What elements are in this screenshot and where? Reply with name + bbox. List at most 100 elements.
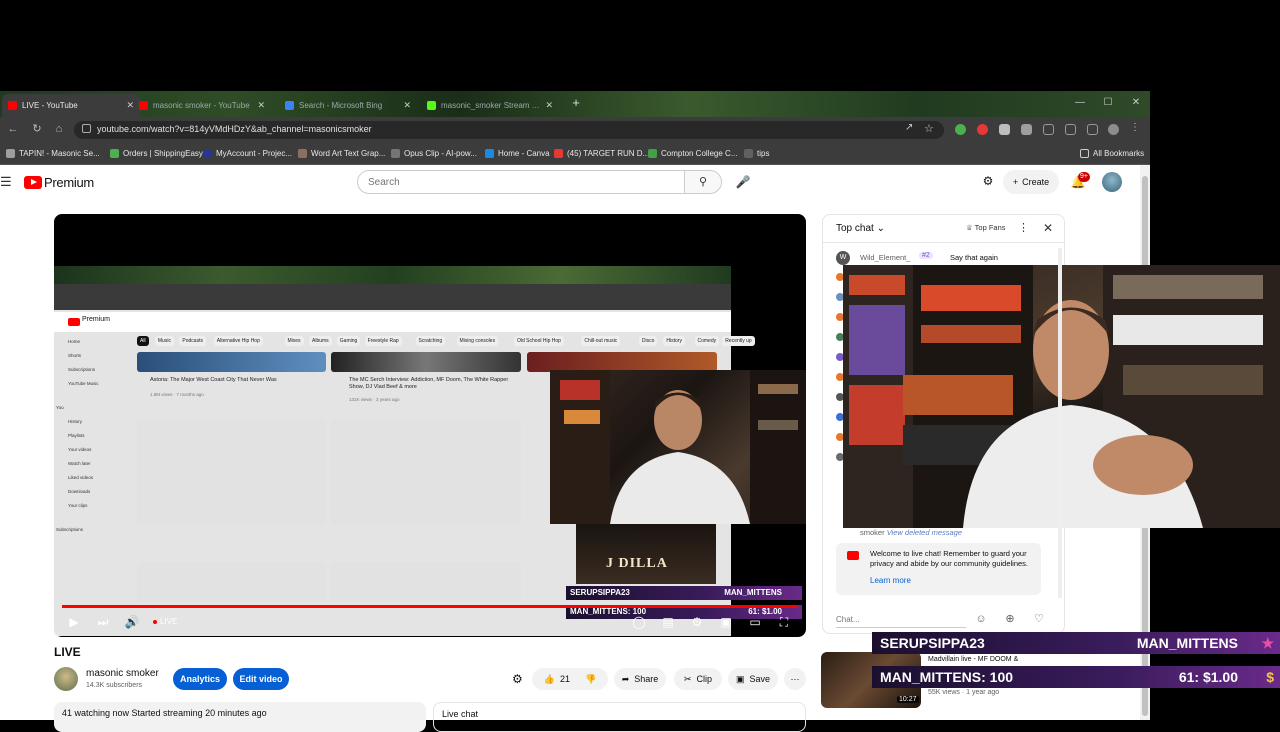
heart-icon[interactable]: ♡ bbox=[1032, 612, 1046, 626]
top-chat-dropdown[interactable]: Top chat ⌄ bbox=[836, 223, 885, 234]
bookmark-item[interactable]: Word Art Text Grap... bbox=[298, 147, 385, 159]
share-button[interactable]: ➦ Share bbox=[614, 668, 666, 690]
chat-divider bbox=[822, 242, 1065, 243]
profile-icon[interactable] bbox=[1108, 124, 1119, 135]
bookmark-item[interactable]: Opus Clip - AI-pow... bbox=[391, 147, 477, 159]
capture-sidebar-link: Subscriptions bbox=[56, 527, 84, 532]
bookmark-item[interactable]: tips bbox=[744, 147, 769, 159]
channel-name[interactable]: masonic smoker bbox=[86, 668, 159, 679]
dislike-button[interactable]: 👎 bbox=[585, 674, 596, 685]
all-bookmarks-folder[interactable]: All Bookmarks bbox=[1080, 147, 1144, 159]
tab-close-icon[interactable]: ✕ bbox=[403, 100, 411, 111]
bookmark-label: Home - Canva bbox=[498, 148, 550, 158]
live-badge[interactable]: LIVE bbox=[160, 617, 177, 626]
bookmark-favicon-icon bbox=[744, 148, 753, 158]
more-actions-button[interactable]: ⋯ bbox=[784, 668, 806, 690]
analytics-button[interactable]: Analytics bbox=[173, 668, 227, 690]
next-icon[interactable]: ⏭ bbox=[95, 614, 111, 630]
top-chat-label: Top chat bbox=[836, 223, 874, 234]
save-button[interactable]: ▣ Save bbox=[728, 668, 778, 690]
extension-grey-icon[interactable] bbox=[999, 124, 1010, 135]
back-icon[interactable]: ← bbox=[6, 122, 20, 136]
tab-title: masonic_smoker Stream - Wat bbox=[441, 101, 541, 110]
new-tab-button[interactable]: + bbox=[569, 96, 583, 110]
view-deleted-link[interactable]: View deleted message bbox=[887, 528, 962, 537]
extension-cast-icon[interactable] bbox=[1065, 124, 1076, 135]
theater-mode-icon[interactable]: ▭ bbox=[747, 614, 763, 630]
subscriber-count: 14.3K subscribers bbox=[86, 682, 143, 689]
channel-avatar[interactable] bbox=[54, 667, 78, 691]
miniplayer-icon[interactable]: ▣ bbox=[718, 614, 734, 630]
search-button[interactable]: ⚲ bbox=[684, 170, 722, 194]
bookmark-star-icon[interactable]: ☆ bbox=[924, 122, 934, 135]
chat-close-icon[interactable]: ✕ bbox=[1042, 221, 1054, 235]
tab-close-icon[interactable]: ✕ bbox=[545, 100, 553, 111]
site-info-icon[interactable] bbox=[82, 124, 91, 133]
bookmark-item[interactable]: Home - Canva bbox=[485, 147, 550, 159]
browser-tab[interactable]: masonic smoker - YouTube ✕ bbox=[133, 94, 271, 117]
extension-red-icon[interactable] bbox=[977, 124, 988, 135]
minimize-button[interactable]: — bbox=[1066, 93, 1094, 113]
fullscreen-icon[interactable]: ⛶ bbox=[776, 614, 792, 630]
captions-icon[interactable]: ▤ bbox=[660, 614, 676, 630]
description-box[interactable]: 41 watching now Started streaming 20 min… bbox=[54, 702, 426, 732]
install-app-icon[interactable]: ↗ bbox=[905, 122, 913, 133]
search-input[interactable] bbox=[357, 170, 685, 194]
progress-fill[interactable] bbox=[62, 605, 798, 608]
chat-author-name[interactable]: Wild_Element_ bbox=[860, 253, 910, 262]
grammarly-extension-icon[interactable] bbox=[955, 124, 966, 135]
account-avatar[interactable] bbox=[1102, 172, 1122, 192]
youtube-brand[interactable]: Premium bbox=[44, 175, 94, 190]
voice-search-icon[interactable]: 🎤 bbox=[730, 170, 756, 194]
volume-icon[interactable]: 🔊 bbox=[124, 614, 140, 630]
browser-tab[interactable]: LIVE - YouTube ✕ bbox=[2, 94, 140, 117]
like-button[interactable]: 👍 bbox=[544, 674, 555, 685]
url-text[interactable]: youtube.com/watch?v=814yVMdHDzY&ab_chann… bbox=[97, 124, 372, 134]
recommended-title[interactable]: Madvillain live - MF DOOM & bbox=[928, 656, 1018, 663]
edit-video-button[interactable]: Edit video bbox=[233, 668, 289, 690]
live-chat-section[interactable]: Live chat bbox=[433, 702, 806, 732]
like-count[interactable]: 21 bbox=[560, 674, 570, 684]
tab-close-icon[interactable]: ✕ bbox=[257, 100, 265, 111]
add-icon[interactable]: ⊕ bbox=[1003, 612, 1017, 626]
extension-square-icon[interactable] bbox=[1021, 124, 1032, 135]
extensions-puzzle-icon[interactable] bbox=[1087, 124, 1098, 135]
chat-scrollbar[interactable] bbox=[1058, 248, 1062, 598]
studio-icon[interactable]: ⚙ bbox=[980, 173, 996, 189]
clip-button[interactable]: ✂ Clip bbox=[674, 668, 722, 690]
chat-author-avatar[interactable]: W bbox=[836, 251, 850, 265]
browser-menu-icon[interactable]: ⋮ bbox=[1130, 122, 1140, 133]
create-button[interactable]: + Create bbox=[1003, 170, 1059, 194]
bookmark-label: (45) TARGET RUN D... bbox=[567, 148, 650, 158]
settings-gear-icon[interactable]: ⚙ bbox=[689, 614, 705, 630]
capture-chip: Mixes bbox=[284, 336, 304, 346]
maximize-button[interactable]: ☐ bbox=[1094, 93, 1122, 113]
learn-more-link[interactable]: Learn more bbox=[870, 576, 911, 585]
bookmark-item[interactable]: MyAccount - Projec... bbox=[203, 147, 292, 159]
top-fans-button[interactable]: ♕ Top Fans bbox=[966, 223, 1006, 232]
bookmark-item[interactable]: Compton College C... bbox=[648, 147, 737, 159]
studio-sparkle-icon[interactable]: ⚙ bbox=[512, 672, 523, 686]
chat-input[interactable] bbox=[836, 612, 966, 628]
play-icon[interactable]: ▶ bbox=[66, 614, 82, 630]
capture-sidebar-link: Watch later bbox=[68, 461, 91, 466]
browser-tab[interactable]: masonic_smoker Stream - Wat ✕ bbox=[421, 94, 559, 117]
browser-tab[interactable]: Search - Microsoft Bing ✕ bbox=[279, 94, 417, 117]
youtube-logo-icon[interactable] bbox=[24, 176, 42, 189]
bookmark-item[interactable]: Orders | ShippingEasy bbox=[110, 147, 203, 159]
hamburger-menu-icon[interactable]: ☰ bbox=[0, 175, 12, 189]
emoji-icon[interactable]: ☺ bbox=[974, 612, 988, 626]
autoplay-toggle[interactable]: ◯ bbox=[631, 614, 647, 630]
bookmark-label: TAPIN! - Masonic Se... bbox=[19, 148, 100, 158]
bookmark-item[interactable]: (45) TARGET RUN D... bbox=[554, 147, 649, 159]
recommended-duration: 10:27 bbox=[897, 696, 919, 703]
capture-sidebar-link: Playlists bbox=[68, 433, 85, 438]
bookmark-label: Opus Clip - AI-pow... bbox=[404, 148, 477, 158]
close-window-button[interactable]: ✕ bbox=[1122, 93, 1150, 113]
home-icon[interactable]: ⌂ bbox=[52, 122, 66, 136]
capture-chip: Scratching bbox=[415, 336, 446, 346]
chat-more-icon[interactable]: ⋮ bbox=[1018, 221, 1029, 234]
reload-icon[interactable]: ↻ bbox=[30, 122, 44, 136]
bookmark-item[interactable]: TAPIN! - Masonic Se... bbox=[6, 147, 100, 159]
extension-box-icon[interactable] bbox=[1043, 124, 1054, 135]
